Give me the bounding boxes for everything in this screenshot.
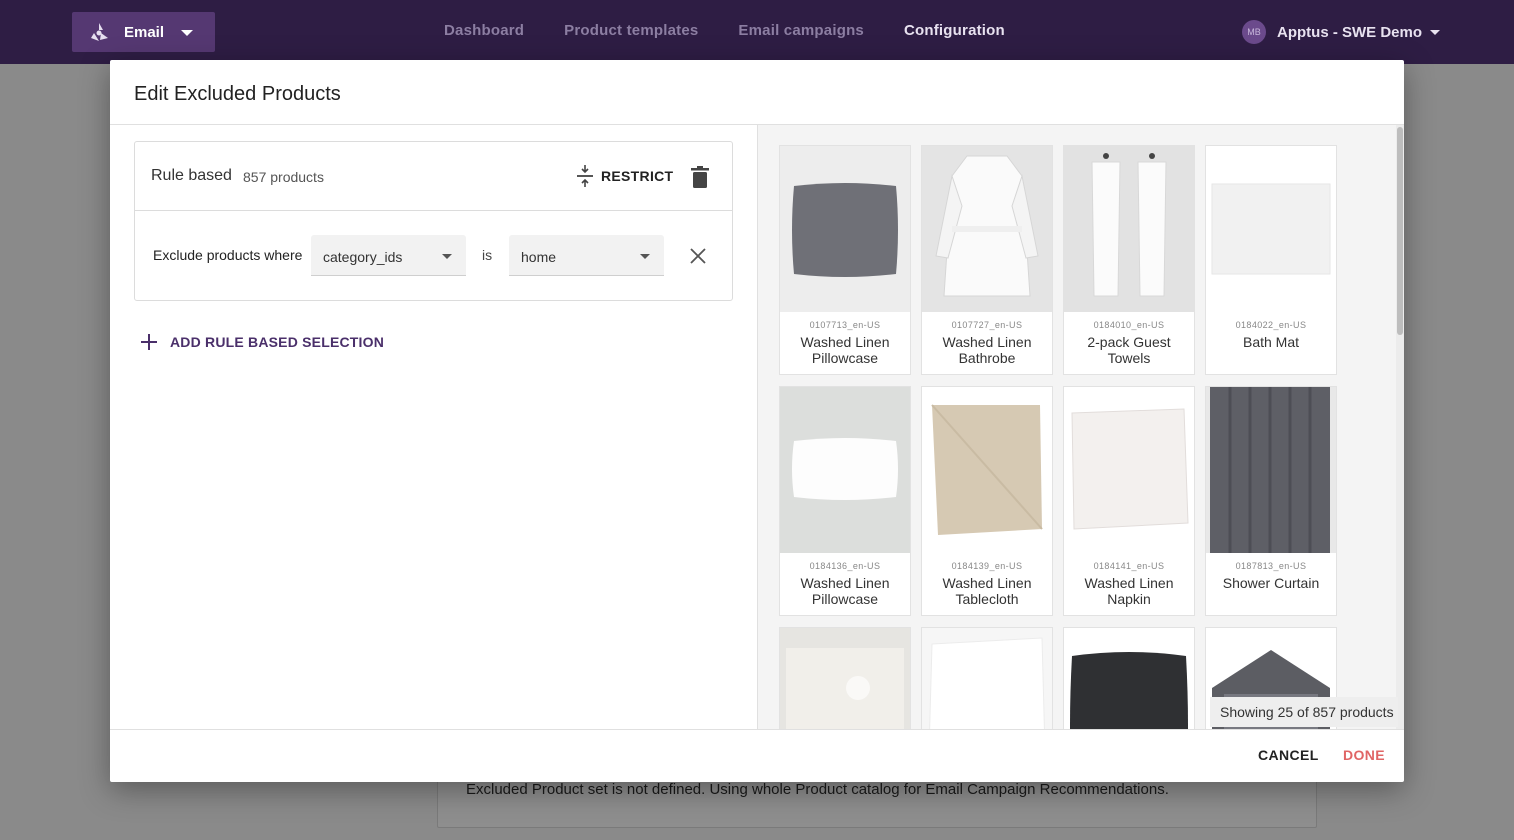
add-rule-button[interactable]: ADD RULE BASED SELECTION [140, 333, 384, 351]
account-name: Apptus - SWE Demo [1277, 23, 1422, 41]
product-sku: 0184010_en-US [1093, 320, 1165, 330]
restrict-label: RESTRICT [601, 168, 674, 184]
add-rule-label: ADD RULE BASED SELECTION [170, 334, 385, 350]
white-napkin-image [1064, 387, 1194, 553]
linen-bed-image [780, 628, 910, 729]
product-name: Washed Linen Bathrobe [942, 334, 1032, 366]
nav-dashboard[interactable]: Dashboard [444, 22, 524, 39]
product-tile[interactable]: 0184010_en-US 2-pack Guest Towels [1063, 145, 1195, 375]
rule-product-count: 857 products [243, 169, 324, 185]
chevron-down-icon [640, 254, 650, 259]
app-switcher[interactable]: Email [72, 12, 215, 52]
beige-tablecloth-image [922, 387, 1052, 553]
product-tile[interactable]: 0187813_en-US Shower Curtain [1205, 386, 1337, 616]
product-tile[interactable]: 0184022_en-US Bath Mat [1205, 145, 1337, 375]
field-select-value: category_ids [323, 249, 403, 265]
chevron-down-icon [181, 30, 193, 36]
chevron-down-icon [442, 254, 452, 259]
showing-count: Showing 25 of 857 products [1210, 697, 1398, 727]
product-sku: 0184022_en-US [1235, 320, 1307, 330]
chevron-down-icon [1430, 29, 1440, 35]
product-tile[interactable] [779, 627, 911, 729]
edit-excluded-products-dialog: Edit Excluded Products Rule based 857 pr… [110, 60, 1404, 782]
product-tile[interactable]: 0184139_en-US Washed Linen Tablecloth [921, 386, 1053, 616]
scroll-thumb[interactable] [1397, 127, 1403, 335]
value-select-value: home [521, 249, 557, 265]
product-name: 2-pack Guest Towels [1087, 334, 1171, 366]
product-name: Washed Linen Tablecloth [942, 575, 1032, 607]
grey-pillow-image [780, 146, 910, 312]
product-sku: 0184136_en-US [809, 561, 881, 571]
done-button[interactable]: DONE [1343, 747, 1385, 763]
product-tile[interactable]: 0184141_en-US Washed Linen Napkin [1063, 386, 1195, 616]
trash-icon[interactable] [689, 165, 711, 189]
product-name: Washed Linen Napkin [1084, 575, 1174, 607]
cancel-button[interactable]: CANCEL [1258, 747, 1319, 763]
product-name: Washed Linen Pillowcase [800, 575, 890, 607]
app-switcher-label: Email [124, 23, 165, 41]
field-select[interactable]: category_ids [311, 235, 466, 276]
rule-card: Rule based 857 products RESTRICT Exclude… [134, 141, 733, 301]
product-sku: 0107713_en-US [809, 320, 881, 330]
nav-product-templates[interactable]: Product templates [564, 22, 698, 39]
product-tile[interactable]: 0107713_en-US Washed Linen Pillowcase [779, 145, 911, 375]
white-pillow-image [780, 387, 910, 553]
product-tile[interactable]: 0107727_en-US Washed Linen Bathrobe [921, 145, 1053, 375]
avatar: MB [1242, 20, 1266, 44]
grey-curtain-image [1206, 387, 1336, 553]
rule-header: Rule based 857 products RESTRICT [135, 142, 732, 211]
divider [110, 729, 1404, 730]
rule-title: Rule based [151, 167, 232, 184]
info-message: Excluded Product set is not defined. Usi… [466, 781, 1169, 798]
rules-pane: Rule based 857 products RESTRICT Exclude… [110, 125, 757, 729]
apptus-logo-icon [91, 23, 108, 41]
scrollbar[interactable] [1396, 125, 1404, 729]
product-preview-pane: 0107713_en-US Washed Linen Pillowcase 0107… [757, 125, 1404, 729]
account-menu[interactable]: MB Apptus - SWE Demo [1242, 20, 1440, 44]
product-sku: 0184141_en-US [1093, 561, 1165, 571]
dark-cushion-image [1064, 628, 1194, 729]
main-nav: Dashboard Product templates Email campai… [444, 22, 1005, 39]
operator-label: is [482, 247, 493, 263]
rule-condition-row: Exclude products where category_ids is h… [135, 212, 732, 300]
product-name: Shower Curtain [1222, 575, 1320, 591]
plus-icon [141, 334, 157, 350]
product-tile[interactable] [1063, 627, 1195, 729]
white-bedding-image [922, 628, 1052, 729]
dialog-title: Edit Excluded Products [134, 83, 341, 105]
product-sku: 0107727_en-US [951, 320, 1023, 330]
nav-email-campaigns[interactable]: Email campaigns [738, 22, 864, 39]
product-name: Bath Mat [1242, 334, 1300, 350]
hanging-towels-image [1064, 146, 1194, 312]
restrict-button[interactable]: RESTRICT [575, 164, 673, 188]
exclude-label: Exclude products where [153, 247, 303, 263]
white-bathrobe-image [922, 146, 1052, 312]
product-name: Washed Linen Pillowcase [800, 334, 890, 366]
close-icon[interactable] [688, 246, 708, 266]
product-sku: 0187813_en-US [1235, 561, 1307, 571]
product-sku: 0184139_en-US [951, 561, 1023, 571]
product-tile[interactable]: 0184136_en-US Washed Linen Pillowcase [779, 386, 911, 616]
white-bathmat-image [1206, 146, 1336, 312]
compress-icon [577, 165, 593, 187]
value-select[interactable]: home [509, 235, 664, 276]
product-tile[interactable] [921, 627, 1053, 729]
top-navigation-bar: Email Dashboard Product templates Email … [0, 0, 1514, 64]
nav-configuration[interactable]: Configuration [904, 22, 1005, 39]
